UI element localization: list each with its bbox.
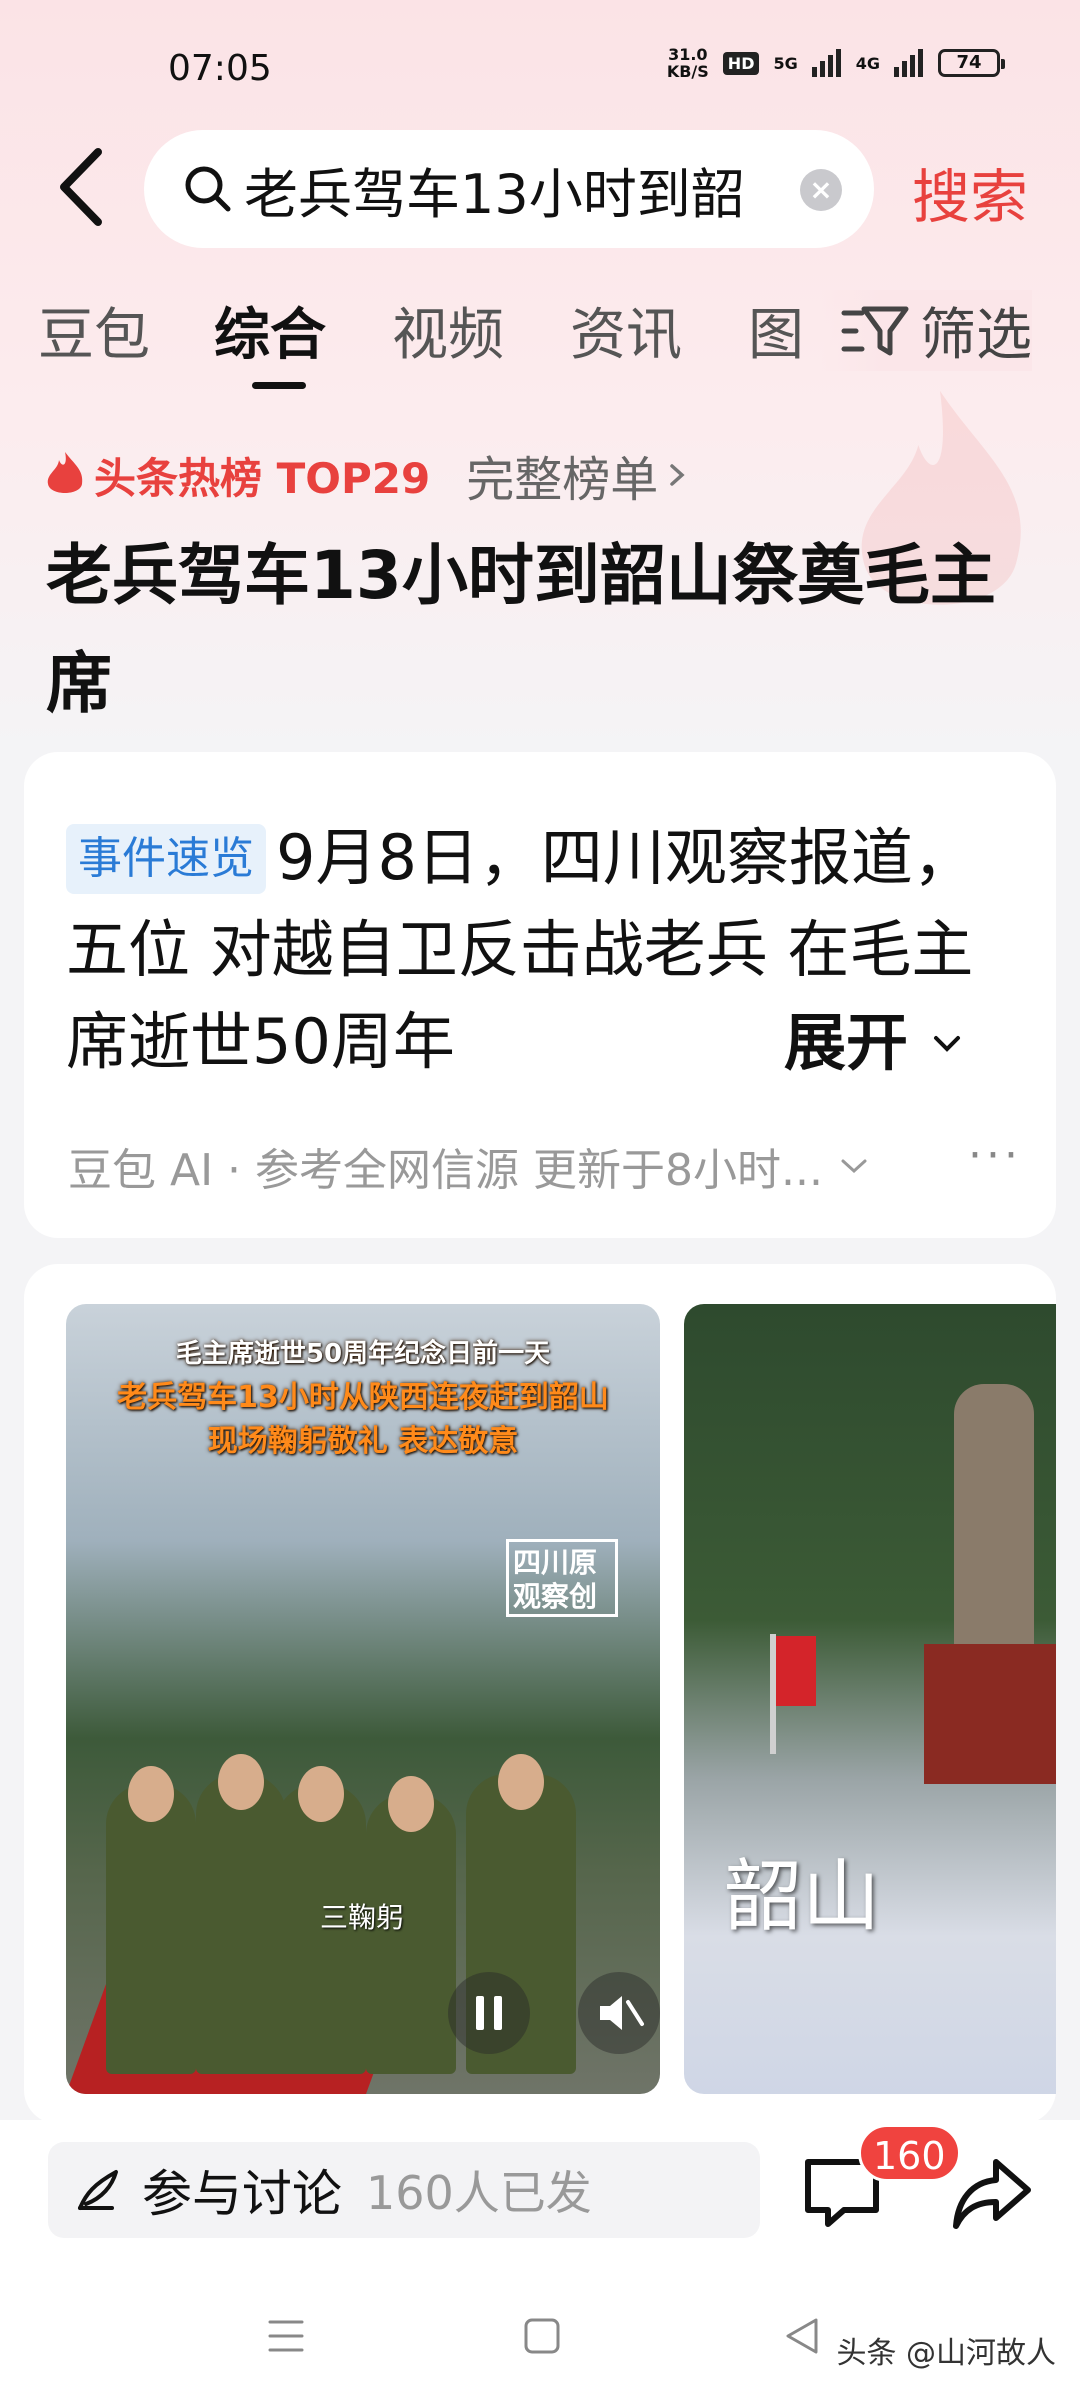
status-icons: 31.0 KB/S HD 5G 4G 74 bbox=[666, 45, 1005, 81]
clock: 07:05 bbox=[168, 48, 272, 89]
result-tabs: 豆包 综合 视频 资讯 图 筛选 bbox=[0, 280, 1080, 390]
search-box[interactable]: 老兵驾车13小时到韶 × bbox=[144, 130, 874, 248]
tab-all[interactable]: 综合 bbox=[214, 290, 326, 371]
status-bar: 07:05 31.0 KB/S HD 5G 4G 74 bbox=[0, 0, 1080, 130]
search-button[interactable]: 搜索 bbox=[912, 150, 1028, 234]
signal-icon bbox=[894, 49, 923, 77]
video-player-1[interactable]: 毛主席逝世50周年纪念日前一天 老兵驾车13小时从陕西连夜赶到韶山 现场鞠躬敬礼… bbox=[66, 1304, 660, 2094]
video-watermark: 四川原 观察创 bbox=[506, 1539, 618, 1617]
filter-icon bbox=[841, 306, 909, 355]
mute-button[interactable] bbox=[578, 1972, 660, 2054]
search-icon bbox=[185, 166, 231, 212]
video-card: 毛主席逝世50周年纪念日前一天 老兵驾车13小时从陕西连夜赶到韶山 现场鞠躬敬礼… bbox=[24, 1264, 1056, 2124]
veteran-figure bbox=[106, 1784, 196, 2074]
discuss-label: 参与讨论 bbox=[142, 2165, 342, 2223]
pause-icon bbox=[476, 1996, 502, 2030]
search-bar-row: 老兵驾车13小时到韶 × 搜索 bbox=[0, 130, 1080, 250]
back-arrow-icon[interactable] bbox=[48, 142, 118, 232]
tab-video[interactable]: 视频 bbox=[392, 290, 504, 371]
system-nav-bar: 头条 @山河故人 bbox=[0, 2280, 1080, 2400]
filter-button[interactable]: 筛选 bbox=[820, 290, 1032, 371]
source-info[interactable]: 豆包 AI · 参考全网信源 更新于8小时... bbox=[68, 1134, 869, 1198]
signal-5g-label: 5G bbox=[773, 53, 798, 73]
veteran-head bbox=[388, 1776, 434, 1832]
video-caption: 毛主席逝世50周年纪念日前一天 老兵驾车13小时从陕西连夜赶到韶山 现场鞠躬敬礼… bbox=[117, 1339, 609, 1459]
clear-icon[interactable]: × bbox=[800, 169, 842, 211]
more-icon[interactable]: ··· bbox=[968, 1130, 1022, 1181]
event-tag: 事件速览 bbox=[66, 824, 266, 894]
page-title: 老兵驾车13小时到韶山祭奠毛主席 bbox=[46, 537, 996, 722]
share-icon[interactable] bbox=[950, 2154, 1034, 2234]
bottom-action-bar: 参与讨论 160人已发 160 bbox=[0, 2120, 1080, 2280]
hot-rank-label: 头条热榜 TOP29 bbox=[94, 453, 431, 503]
veteran-head bbox=[498, 1754, 544, 1810]
video-player-2[interactable]: 韶山 bbox=[684, 1304, 1056, 2094]
veteran-figure bbox=[196, 1774, 286, 2074]
search-input[interactable]: 老兵驾车13小时到韶 bbox=[244, 150, 774, 229]
tab-news[interactable]: 资讯 bbox=[570, 290, 682, 371]
network-speed: 31.0 KB/S bbox=[666, 45, 709, 81]
signal-icon bbox=[811, 49, 841, 77]
pause-button[interactable] bbox=[448, 1972, 530, 2054]
active-tab-indicator bbox=[252, 382, 306, 389]
filter-label: 筛选 bbox=[920, 303, 1032, 368]
mute-icon bbox=[600, 1996, 644, 2030]
discuss-input[interactable]: 参与讨论 160人已发 bbox=[48, 2142, 760, 2238]
chevron-right-icon bbox=[670, 464, 685, 486]
hot-rank-row[interactable]: 头条热榜 TOP29 完整榜单 bbox=[44, 440, 688, 510]
video-subtitle: 三鞠躬 bbox=[320, 1901, 405, 1934]
statue-pedestal bbox=[924, 1644, 1056, 1784]
video-location-label: 韶山 bbox=[724, 1852, 881, 1942]
chevron-down-icon bbox=[841, 1159, 867, 1174]
back-icon[interactable] bbox=[780, 2314, 824, 2358]
hd-icon: HD bbox=[722, 51, 760, 75]
source-watermark: 头条 @山河故人 bbox=[836, 2336, 1056, 2371]
signal-4g-label: 4G bbox=[855, 53, 880, 73]
expand-label: 展开 bbox=[784, 1006, 909, 1079]
tab-doubao[interactable]: 豆包 bbox=[38, 290, 150, 371]
veteran-head bbox=[128, 1766, 174, 1822]
full-list-link[interactable]: 完整榜单 bbox=[466, 440, 658, 510]
home-icon[interactable] bbox=[520, 2314, 564, 2358]
battery-icon: 74 bbox=[938, 49, 1005, 77]
chevron-down-icon bbox=[933, 1036, 960, 1052]
veteran-head bbox=[218, 1754, 264, 1810]
fire-icon bbox=[47, 452, 83, 493]
expand-button[interactable]: 展开 bbox=[714, 992, 964, 1082]
red-flag bbox=[776, 1636, 816, 1706]
tab-image[interactable]: 图 bbox=[748, 290, 804, 371]
pen-icon bbox=[78, 2170, 118, 2210]
source-text: 豆包 AI · 参考全网信源 更新于8小时... bbox=[68, 1145, 823, 1196]
statue bbox=[954, 1384, 1034, 1654]
veteran-head bbox=[298, 1766, 344, 1822]
discuss-count: 160人已发 bbox=[366, 2166, 592, 2220]
menu-icon[interactable] bbox=[264, 2314, 308, 2358]
comment-count-badge: 160 bbox=[858, 2124, 961, 2182]
event-summary-card: 事件速览 9月8日，四川观察报道，五位 对越自卫反击战老兵 在毛主席逝世50周年 … bbox=[24, 752, 1056, 1238]
